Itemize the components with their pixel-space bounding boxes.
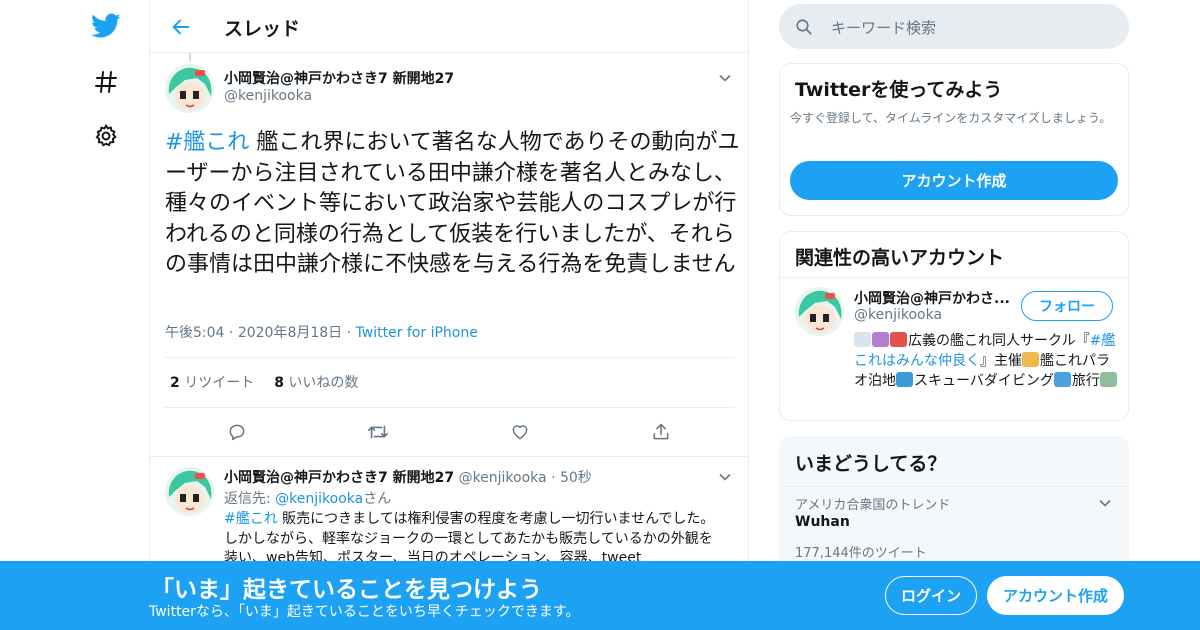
retweet-stat-label: リツイート: [184, 375, 255, 391]
reply-to-prefix: 返信先:: [224, 491, 276, 507]
reply-to-suffix: さん: [363, 491, 392, 507]
heart-icon[interactable]: [508, 420, 532, 444]
search-input[interactable]: キーワード検索: [831, 17, 936, 38]
retweet-count: 2: [170, 375, 180, 391]
thread-header: スレッド: [150, 0, 748, 53]
reply-to: 返信先: @kenjikookaさん: [224, 488, 391, 508]
author-name[interactable]: 小岡賢治@神戸かわさき7 新開地27: [224, 68, 454, 88]
hashtag-icon[interactable]: [88, 64, 124, 100]
signup-card: Twitterを使ってみよう 今すぐ登録して、タイムラインをカスタマイズしましょ…: [779, 63, 1129, 216]
author-name[interactable]: 小岡賢治@神戸かわさき7 新開地27: [224, 470, 454, 486]
meta-separator: ·: [228, 325, 238, 341]
umbrella-emoji-icon: [872, 332, 889, 347]
account-name[interactable]: 小岡賢治@神戸かわさ...: [854, 288, 1010, 308]
palau-flag-icon: [896, 372, 913, 387]
tweet-time[interactable]: 50秒: [560, 470, 592, 486]
avatar[interactable]: [795, 287, 844, 336]
tweet-body: 艦これ界において著名な人物でありその動向がユーザーから注目されている田中謙介様を…: [165, 130, 740, 277]
hashtag-link[interactable]: #艦これ: [224, 511, 278, 527]
page: スレッド 小岡賢治@神戸かわさき7 新開地27 @kenjikooka #艦これ…: [0, 0, 1200, 630]
bio-text: 』主催: [980, 353, 1022, 369]
share-icon[interactable]: [649, 420, 673, 444]
bio-text: スキューバダイビング: [914, 373, 1054, 389]
banner-subtitle: Twitterなら、「いま」起きていることをいち早くチェックできます。: [149, 604, 580, 620]
tweet-source[interactable]: Twitter for iPhone: [356, 325, 478, 341]
meta-separator: ·: [346, 325, 356, 341]
dolphin-emoji-icon: [1053, 372, 1071, 387]
divider: [165, 357, 735, 358]
meta-separator: ·: [546, 470, 560, 486]
search-icon: [793, 16, 815, 38]
like-stat[interactable]: 8 いいねの数: [274, 375, 358, 391]
gear-icon[interactable]: [88, 118, 124, 154]
divider: [780, 486, 1128, 487]
tweet-meta: 午後5:04 · 2020年8月18日 · Twitter for iPhone: [165, 322, 478, 342]
cloud-emoji-icon: [854, 332, 871, 347]
trend-count: 177,144件のツイート: [795, 546, 927, 561]
card-title: 関連性の高いアカウント: [795, 247, 1005, 269]
back-arrow-icon[interactable]: [166, 12, 196, 42]
account-handle[interactable]: @kenjikooka: [854, 307, 942, 323]
railway-emoji-icon: [1099, 372, 1117, 387]
person-emoji-icon: [1022, 352, 1039, 367]
follow-button[interactable]: フォロー: [1021, 291, 1113, 321]
reply-icon[interactable]: [225, 420, 249, 444]
avatar[interactable]: [165, 467, 214, 516]
retweet-stat[interactable]: 2 リツイート: [170, 375, 254, 391]
login-button[interactable]: ログイン: [885, 576, 977, 615]
like-count: 8: [274, 375, 284, 391]
divider: [780, 277, 1128, 278]
hashtag-link[interactable]: #艦これ: [165, 130, 249, 155]
avatar[interactable]: [165, 64, 214, 113]
trend-name[interactable]: Wuhan: [795, 514, 850, 530]
related-accounts-card: 関連性の高いアカウント 小岡賢治@神戸かわさ... @kenjikooka フォ…: [779, 231, 1129, 421]
card-title: Twitterを使ってみよう: [795, 79, 1003, 101]
thread-connector: [189, 53, 191, 61]
chevron-down-icon[interactable]: [715, 68, 735, 88]
reply-to-handle[interactable]: @kenjikooka: [275, 491, 363, 507]
card-description: 今すぐ登録して、タイムラインをカスタマイズしましょう。: [790, 111, 1112, 125]
retweet-icon[interactable]: [366, 420, 390, 444]
thread-column: スレッド 小岡賢治@神戸かわさき7 新開地27 @kenjikooka #艦これ…: [149, 0, 749, 630]
author-handle[interactable]: @kenjikooka: [459, 470, 547, 486]
card-title: いまどうしてる？: [795, 453, 947, 475]
trend-context: アメリカ合衆国のトレンド: [795, 498, 951, 513]
banner-title: 「いま」起きていることを見つけよう: [151, 577, 542, 603]
signup-banner: 「いま」起きていることを見つけよう Twitterなら、「いま」起きていることを…: [0, 561, 1200, 630]
bio-text: 旅行: [1071, 373, 1100, 389]
tweet-date[interactable]: 2020年8月18日: [238, 325, 342, 341]
tweet-stats: 2 リツイート 8 いいねの数: [170, 372, 358, 392]
search-bar[interactable]: キーワード検索: [779, 4, 1129, 49]
reply-text: #艦これ 販売につきましては権利侵害の程度を考慮し一切行いませんでした。しかしな…: [224, 510, 724, 569]
reply-tweet[interactable]: 小岡賢治@神戸かわさき7 新開地27 @kenjikooka · 50秒 返信先…: [150, 456, 748, 576]
signup-button[interactable]: アカウント作成: [987, 576, 1124, 615]
like-stat-label: いいねの数: [288, 375, 359, 391]
bio-text: 広義の艦これ同人サークル『: [908, 333, 1090, 349]
author-handle[interactable]: @kenjikooka: [224, 88, 312, 104]
account-bio: 広義の艦これ同人サークル『#艦これはみんな仲良く』主催 艦これパラオ泊地 スキューバ…: [854, 331, 1119, 391]
chevron-down-icon[interactable]: [715, 467, 735, 487]
reply-header: 小岡賢治@神戸かわさき7 新開地27 @kenjikooka · 50秒: [224, 467, 592, 487]
tweet-time[interactable]: 午後5:04: [165, 325, 224, 341]
chevron-down-icon[interactable]: [1095, 493, 1115, 513]
create-account-button[interactable]: アカウント作成: [790, 161, 1118, 200]
twitter-bird-icon[interactable]: [88, 8, 124, 44]
tweet-text: #艦これ 艦これ界において著名な人物でありその動向がユーザーから注目されている田…: [165, 128, 740, 281]
page-title: スレッド: [224, 18, 301, 40]
divider: [165, 407, 735, 408]
reply-body: 販売につきましては権利侵害の程度を考慮し一切行いませんでした。しかしながら、軽率…: [224, 511, 715, 566]
crab-emoji-icon: [890, 332, 907, 347]
